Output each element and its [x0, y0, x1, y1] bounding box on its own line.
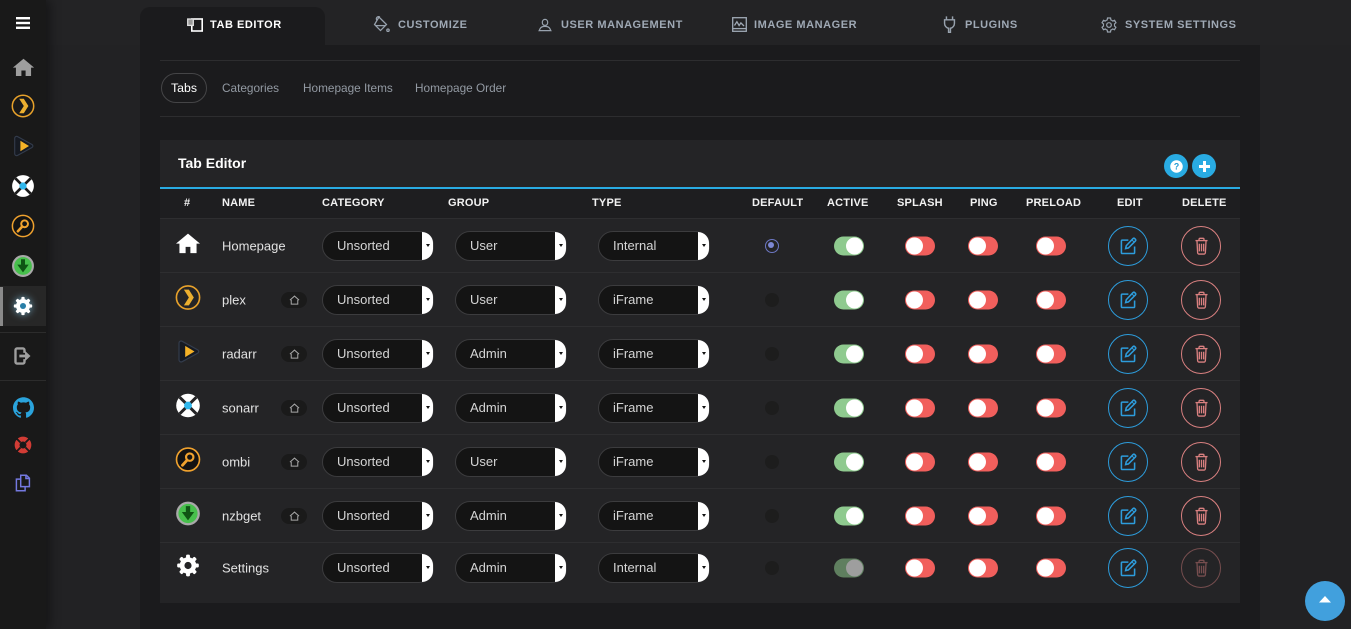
svg-text:?: ? [1173, 161, 1178, 171]
